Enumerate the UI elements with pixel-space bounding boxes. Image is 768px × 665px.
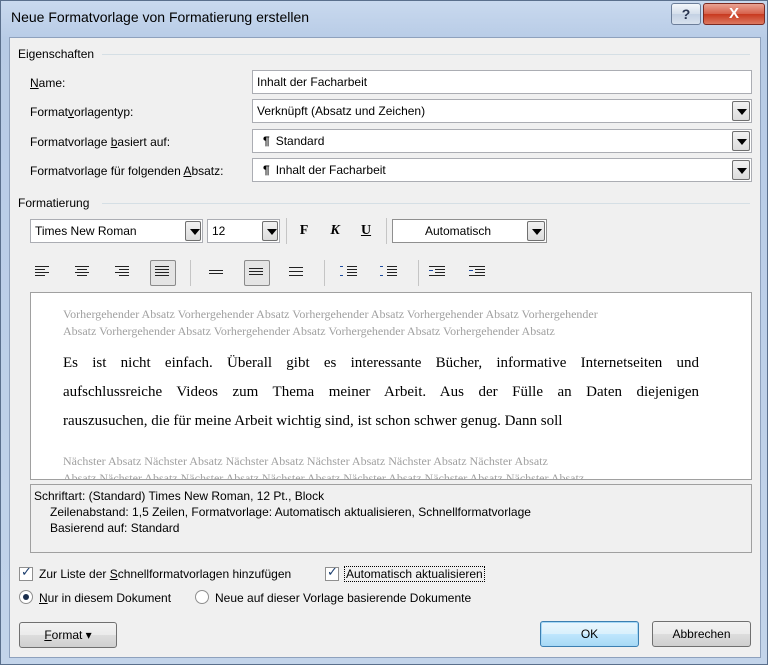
single-spacing-icon[interactable] [204, 260, 230, 286]
section-title-formatierung: Formatierung [18, 196, 90, 210]
cancel-button[interactable]: Abbrechen [652, 621, 751, 647]
preview-previous-paragraph-2: Absatz Vorhergehender Absatz Vorhergehen… [63, 324, 555, 338]
increase-indent-icon[interactable] [466, 260, 492, 286]
align-center-icon[interactable] [70, 260, 96, 286]
align-left-icon[interactable] [30, 260, 56, 286]
font-select[interactable]: Times New Roman [30, 219, 203, 243]
dialog-title: Neue Formatvorlage von Formatierung erst… [11, 9, 310, 25]
title-bar[interactable]: Neue Formatvorlage von Formatierung erst… [1, 1, 767, 37]
description-line: Schriftart: (Standard) Times New Roman, … [34, 489, 325, 503]
toolbar-separator [418, 260, 419, 286]
font-color-value: Automatisch [425, 224, 492, 238]
next-paragraph-value: ¶ Inhalt der Facharbeit [263, 163, 386, 177]
chevron-down-icon[interactable] [262, 221, 278, 241]
underline-button[interactable]: U [354, 219, 378, 243]
font-size-value: 12 [212, 224, 226, 238]
space-after-increase-icon[interactable] [378, 260, 404, 286]
auto-update-label[interactable]: Automatisch aktualisieren [344, 566, 485, 582]
chevron-down-icon[interactable] [527, 221, 545, 241]
format-menu-button[interactable]: Format ▾ [19, 622, 117, 648]
align-right-icon[interactable] [110, 260, 136, 286]
based-on-value: ¶ Standard [263, 134, 325, 148]
preview-next-paragraph-2: Absatz Nächster Absatz Nächster Absatz N… [63, 471, 585, 480]
name-input[interactable]: Inhalt der Facharbeit [252, 70, 752, 94]
add-to-quick-list-checkbox[interactable] [19, 565, 33, 581]
section-divider [102, 203, 750, 204]
preview-sample-line: aufschlussreiche Videos zum Thema meiner… [63, 384, 699, 400]
style-type-value: Verknüpft (Absatz und Zeichen) [257, 104, 426, 118]
double-spacing-icon[interactable] [284, 260, 310, 286]
add-to-quick-list-label[interactable]: Zur Liste der Schnellformatvorlagen hinz… [39, 567, 291, 581]
name-label: Name: [30, 76, 66, 90]
font-size-select[interactable]: 12 [207, 219, 280, 243]
section-divider [102, 54, 750, 55]
align-justify-icon[interactable] [150, 260, 176, 286]
preview-sample-text: Es ist nicht einfach. Überall gibt es in… [63, 349, 699, 436]
chevron-down-icon[interactable] [185, 221, 201, 241]
new-documents-label[interactable]: Neue auf dieser Vorlage basierende Dokum… [215, 591, 471, 605]
font-color-select[interactable]: Automatisch [392, 219, 547, 243]
auto-update-checkbox[interactable] [325, 565, 339, 581]
ok-button[interactable]: OK [540, 621, 639, 647]
space-before-increase-icon[interactable] [338, 260, 364, 286]
next-paragraph-select[interactable]: ¶ Inhalt der Facharbeit [252, 158, 752, 182]
style-description: Schriftart: (Standard) Times New Roman, … [30, 484, 752, 553]
section-title-eigenschaften: Eigenschaften [18, 47, 95, 61]
paragraph-icon: ¶ [263, 163, 270, 177]
preview-sample-line: rauszusuchen, die für meine Arbeit wicht… [63, 413, 563, 429]
dialog-window: Neue Formatvorlage von Formatierung erst… [0, 0, 768, 665]
chevron-down-icon[interactable] [732, 160, 750, 180]
preview-previous-paragraph-1: Vorhergehender Absatz Vorhergehender Abs… [63, 307, 598, 321]
new-documents-radio[interactable] [195, 590, 209, 604]
description-line: Basierend auf: Standard [50, 521, 180, 535]
toolbar-separator [190, 260, 191, 286]
bold-button[interactable]: F [292, 219, 316, 243]
decrease-indent-icon[interactable] [426, 260, 452, 286]
font-value: Times New Roman [35, 224, 137, 238]
preview-next-paragraph-1: Nächster Absatz Nächster Absatz Nächster… [63, 454, 548, 468]
toolbar-separator [324, 260, 325, 286]
toolbar-separator [386, 218, 387, 244]
chevron-down-icon[interactable] [732, 101, 750, 121]
help-button[interactable]: ? [671, 3, 701, 25]
dialog-body: Eigenschaften Name: Inhalt der Facharbei… [9, 37, 761, 658]
style-preview: Vorhergehender Absatz Vorhergehender Abs… [30, 292, 752, 480]
based-on-label: Formatvorlage basiert auf: [30, 135, 171, 149]
based-on-select[interactable]: ¶ Standard [252, 129, 752, 153]
only-this-document-label[interactable]: Nur in diesem Dokument [39, 591, 171, 605]
toolbar-separator [286, 218, 287, 244]
only-this-document-radio[interactable] [19, 590, 33, 604]
one-half-spacing-icon[interactable] [244, 260, 270, 286]
next-paragraph-label: Formatvorlage für folgenden Absatz: [30, 164, 224, 178]
style-type-label: Formatvorlagentyp: [30, 105, 134, 119]
chevron-down-icon[interactable] [732, 131, 750, 151]
style-type-select[interactable]: Verknüpft (Absatz und Zeichen) [252, 99, 752, 123]
close-button[interactable]: X [703, 3, 765, 25]
description-line: Zeilenabstand: 1,5 Zeilen, Formatvorlage… [50, 505, 531, 519]
preview-sample-line: Es ist nicht einfach. Überall gibt es in… [63, 355, 699, 371]
paragraph-icon: ¶ [263, 134, 270, 148]
italic-button[interactable]: K [323, 219, 347, 243]
